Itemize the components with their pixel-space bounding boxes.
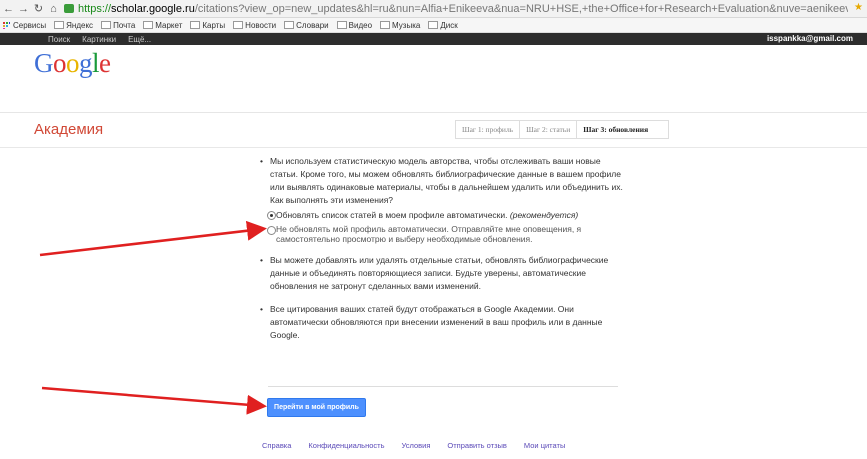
home-icon[interactable]: ⌂ bbox=[47, 3, 60, 15]
logo-letter: l bbox=[92, 48, 100, 78]
page-icon bbox=[336, 21, 347, 29]
go-to-profile-button[interactable]: Перейти в мой профиль bbox=[267, 398, 366, 417]
bookmark-label: Диск bbox=[440, 20, 458, 30]
page-icon bbox=[101, 21, 112, 29]
bookmark-yandex[interactable]: Яндекс bbox=[54, 21, 93, 30]
step-updates: Шаг 3: обновления bbox=[583, 125, 649, 134]
info-bullet-citations: • Все цитирования ваших статей будут ото… bbox=[258, 303, 628, 342]
gbar-search-link[interactable]: Поиск bbox=[48, 35, 70, 44]
bullet-text: Все цитирования ваших статей будут отобр… bbox=[270, 304, 603, 340]
browser-address-bar: ← → ↻ ⌂ https://scholar.google.ru/citati… bbox=[0, 0, 867, 18]
url-host: scholar.google.ru bbox=[111, 2, 195, 15]
option-label: Обновлять список статей в моем профиле а… bbox=[276, 210, 508, 220]
logo-letter: o bbox=[66, 48, 80, 78]
url-scheme: https:// bbox=[78, 2, 112, 15]
step-articles[interactable]: Шаг 2: статьи bbox=[520, 121, 578, 138]
bookmark-label: Видео bbox=[348, 20, 373, 30]
account-email[interactable]: isspankka@gmail.com bbox=[767, 34, 853, 43]
footer-feedback-link[interactable]: Отправить отзыв bbox=[447, 441, 507, 450]
form-divider bbox=[268, 386, 618, 387]
footer-help-link[interactable]: Справка bbox=[262, 441, 291, 450]
info-bullet-model: • Мы используем статистическую модель ав… bbox=[258, 155, 628, 207]
forward-arrow-icon[interactable]: → bbox=[17, 3, 30, 15]
logo-letter: e bbox=[99, 48, 111, 78]
bookmark-mail[interactable]: Почта bbox=[101, 21, 135, 30]
back-arrow-icon[interactable]: ← bbox=[2, 3, 15, 15]
gbar-images-link[interactable]: Картинки bbox=[82, 35, 116, 44]
bookmark-news[interactable]: Новости bbox=[233, 21, 276, 30]
info-bullet-edit: • Вы можете добавлять или удалять отдель… bbox=[258, 254, 628, 293]
step-profile[interactable]: Шаг 1: профиль bbox=[456, 121, 521, 138]
bookmark-label: Почта bbox=[113, 20, 136, 30]
bullet-dot: • bbox=[260, 156, 263, 166]
bullet-text: Вы можете добавлять или удалять отдельны… bbox=[270, 255, 609, 291]
apps-grid-icon bbox=[3, 21, 10, 29]
bookmark-dictionaries[interactable]: Словари bbox=[284, 21, 329, 30]
radio-manual-update[interactable] bbox=[267, 226, 276, 235]
content-divider bbox=[0, 147, 867, 148]
bookmark-label: Маркет bbox=[155, 20, 183, 30]
option-auto-update[interactable]: Обновлять список статей в моем профиле а… bbox=[258, 209, 628, 222]
setup-steps: Шаг 1: профиль Шаг 2: статьи Шаг 3: обно… bbox=[455, 120, 670, 139]
page-icon bbox=[54, 21, 65, 29]
bookmark-label: Словари bbox=[296, 20, 329, 30]
bookmark-label: Новости bbox=[245, 20, 277, 30]
page-icon bbox=[428, 21, 439, 29]
footer-terms-link[interactable]: Условия bbox=[402, 441, 431, 450]
google-bar: Поиск Картинки Ещё... isspankka@gmail.co… bbox=[0, 33, 867, 45]
bullet-dot: • bbox=[260, 255, 263, 265]
bookmark-label: Музыка bbox=[392, 20, 421, 30]
lock-icon bbox=[64, 4, 74, 13]
bookmark-label: Карты bbox=[202, 20, 226, 30]
page-icon bbox=[380, 21, 391, 29]
page-icon bbox=[284, 21, 295, 29]
bullet-dot: • bbox=[260, 304, 263, 314]
url-field[interactable]: https://scholar.google.ru/citations?view… bbox=[78, 3, 848, 15]
bookmark-music[interactable]: Музыка bbox=[380, 21, 420, 30]
bookmark-maps[interactable]: Карты bbox=[190, 21, 225, 30]
bookmark-apps[interactable]: Сервисы bbox=[0, 21, 46, 30]
page-icon bbox=[190, 21, 201, 29]
footer-privacy-link[interactable]: Конфиденциальность bbox=[308, 441, 384, 450]
gbar-more-link[interactable]: Ещё... bbox=[128, 35, 151, 44]
option-label: Не обновлять мой профиль автоматически. … bbox=[276, 224, 582, 244]
arrow-to-auto-update bbox=[39, 220, 267, 257]
bullet-text: Мы используем статистическую модель авто… bbox=[270, 156, 623, 205]
logo-letter: o bbox=[53, 48, 67, 78]
url-path: /citations?view_op=new_updates&hl=ru&nun… bbox=[194, 2, 848, 15]
option-manual-update[interactable]: Не обновлять мой профиль автоматически. … bbox=[258, 224, 628, 244]
header-divider bbox=[0, 112, 867, 113]
bookmark-label: Сервисы bbox=[13, 20, 47, 30]
logo-letter: G bbox=[34, 48, 54, 78]
footer-links: Справка Конфиденциальность Условия Отпра… bbox=[262, 441, 582, 450]
radio-auto-update[interactable] bbox=[267, 211, 276, 220]
bookmark-video[interactable]: Видео bbox=[336, 20, 373, 30]
logo-letter: g bbox=[79, 48, 93, 78]
product-title: Академия bbox=[34, 121, 104, 138]
reload-icon[interactable]: ↻ bbox=[32, 2, 45, 15]
footer-my-citations-link[interactable]: Мои цитаты bbox=[524, 441, 565, 450]
arrow-to-profile-button bbox=[41, 386, 267, 415]
bookmark-disk[interactable]: Диск bbox=[428, 20, 458, 30]
bookmarks-bar: Сервисы Яндекс Почта Маркет Карты Новост… bbox=[0, 18, 867, 33]
page-icon bbox=[143, 21, 154, 29]
update-settings: • Мы используем статистическую модель ав… bbox=[258, 155, 628, 342]
bookmark-market[interactable]: Маркет bbox=[143, 21, 182, 30]
bookmark-star-icon[interactable]: ★ bbox=[854, 2, 863, 13]
google-logo[interactable]: Google bbox=[34, 48, 111, 79]
option-recommended-note: (рекомендуется) bbox=[509, 210, 579, 220]
page-icon bbox=[233, 21, 244, 29]
bookmark-label: Яндекс bbox=[66, 20, 94, 30]
